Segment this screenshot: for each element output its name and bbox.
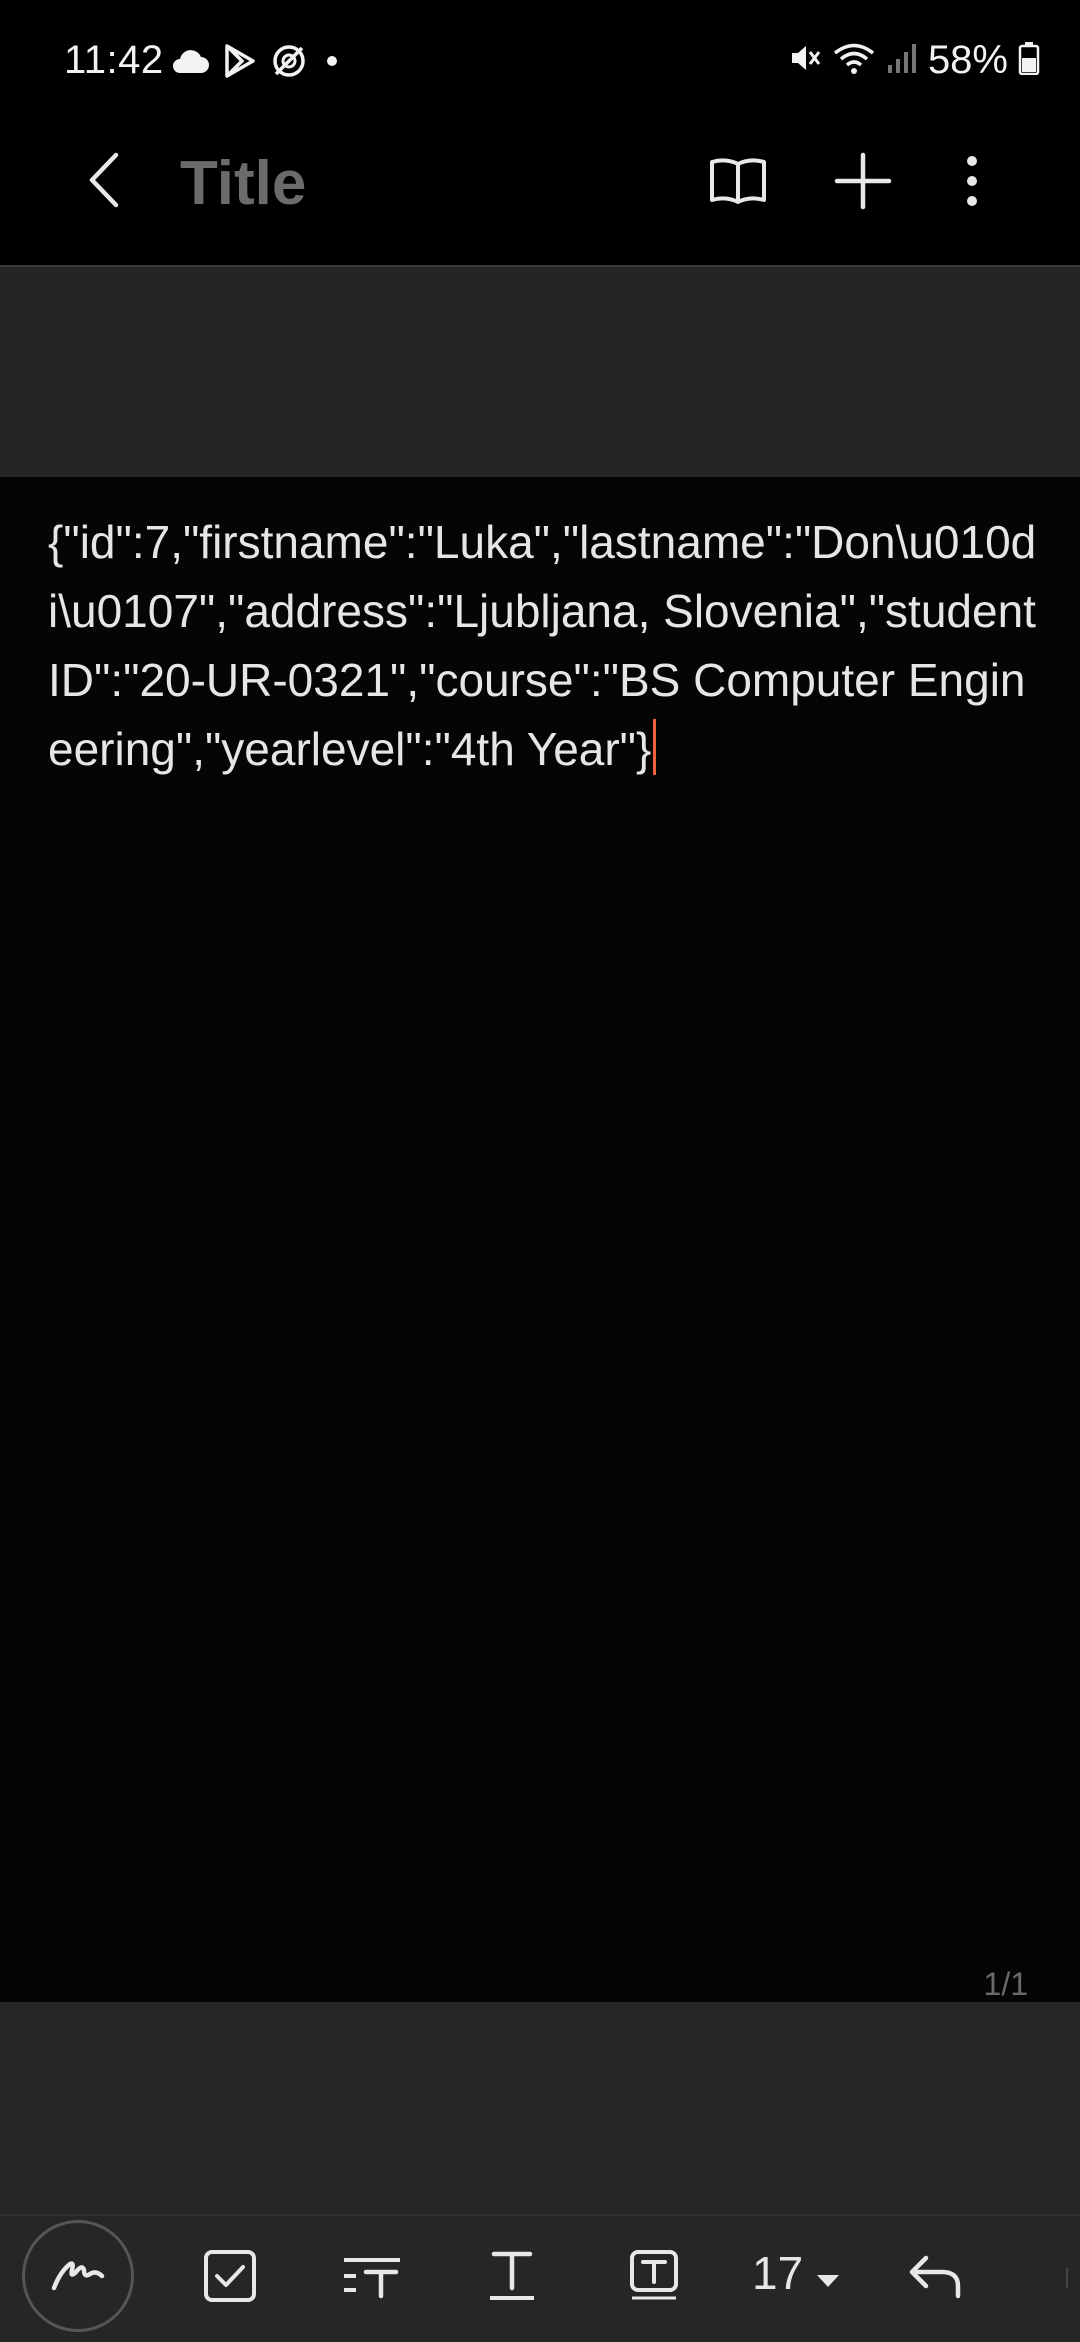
toolbar-scroll-edge xyxy=(1066,2268,1068,2288)
header-band xyxy=(0,267,1080,477)
font-size-dropdown[interactable]: 17 xyxy=(752,2246,841,2300)
cloud-icon xyxy=(170,47,210,80)
page-indicator: 1/1 xyxy=(983,1966,1028,2002)
pen-icon xyxy=(50,2254,106,2299)
text-box-button[interactable] xyxy=(604,2228,704,2328)
undo-button[interactable] xyxy=(886,2228,986,2328)
handwriting-button[interactable] xyxy=(22,2220,134,2332)
text-cursor xyxy=(653,719,657,775)
checkbox-button[interactable] xyxy=(180,2228,280,2328)
book-icon xyxy=(708,156,768,211)
chevron-left-icon xyxy=(84,150,124,215)
text-underline-icon xyxy=(486,2248,538,2309)
status-bar: 11:42 58% xyxy=(0,0,1080,124)
notification-icons xyxy=(170,42,344,85)
battery-percent: 58% xyxy=(927,38,1008,82)
chevron-down-icon xyxy=(815,2246,841,2300)
plus-icon xyxy=(833,151,893,216)
sync-icon xyxy=(270,42,308,85)
dot-icon xyxy=(320,49,344,78)
more-options-button[interactable] xyxy=(950,150,994,216)
font-size-value: 17 xyxy=(752,2247,804,2299)
system-icons: 58% xyxy=(786,38,1040,83)
text-style-icon xyxy=(340,2252,404,2305)
text-format-button[interactable] xyxy=(462,2228,562,2328)
paragraph-style-button[interactable] xyxy=(322,2228,422,2328)
checkbox-icon xyxy=(202,2248,258,2309)
text-box-icon xyxy=(628,2248,680,2309)
more-vertical-icon xyxy=(965,155,979,212)
undo-icon xyxy=(908,2252,964,2305)
mute-icon xyxy=(786,40,822,81)
play-store-icon xyxy=(222,43,258,84)
app-bar xyxy=(0,124,1080,266)
reading-mode-button[interactable] xyxy=(706,150,770,216)
add-button[interactable] xyxy=(830,150,896,216)
back-button[interactable] xyxy=(72,150,136,214)
signal-icon xyxy=(886,41,918,80)
battery-icon xyxy=(1018,41,1040,80)
status-time: 11:42 xyxy=(64,38,164,82)
title-input[interactable]: Title xyxy=(180,148,306,219)
wifi-icon xyxy=(832,40,876,81)
note-content: {"id":7,"firstname":"Luka","lastname":"D… xyxy=(48,516,1037,775)
note-content-area[interactable]: {"id":7,"firstname":"Luka","lastname":"D… xyxy=(48,508,1038,784)
